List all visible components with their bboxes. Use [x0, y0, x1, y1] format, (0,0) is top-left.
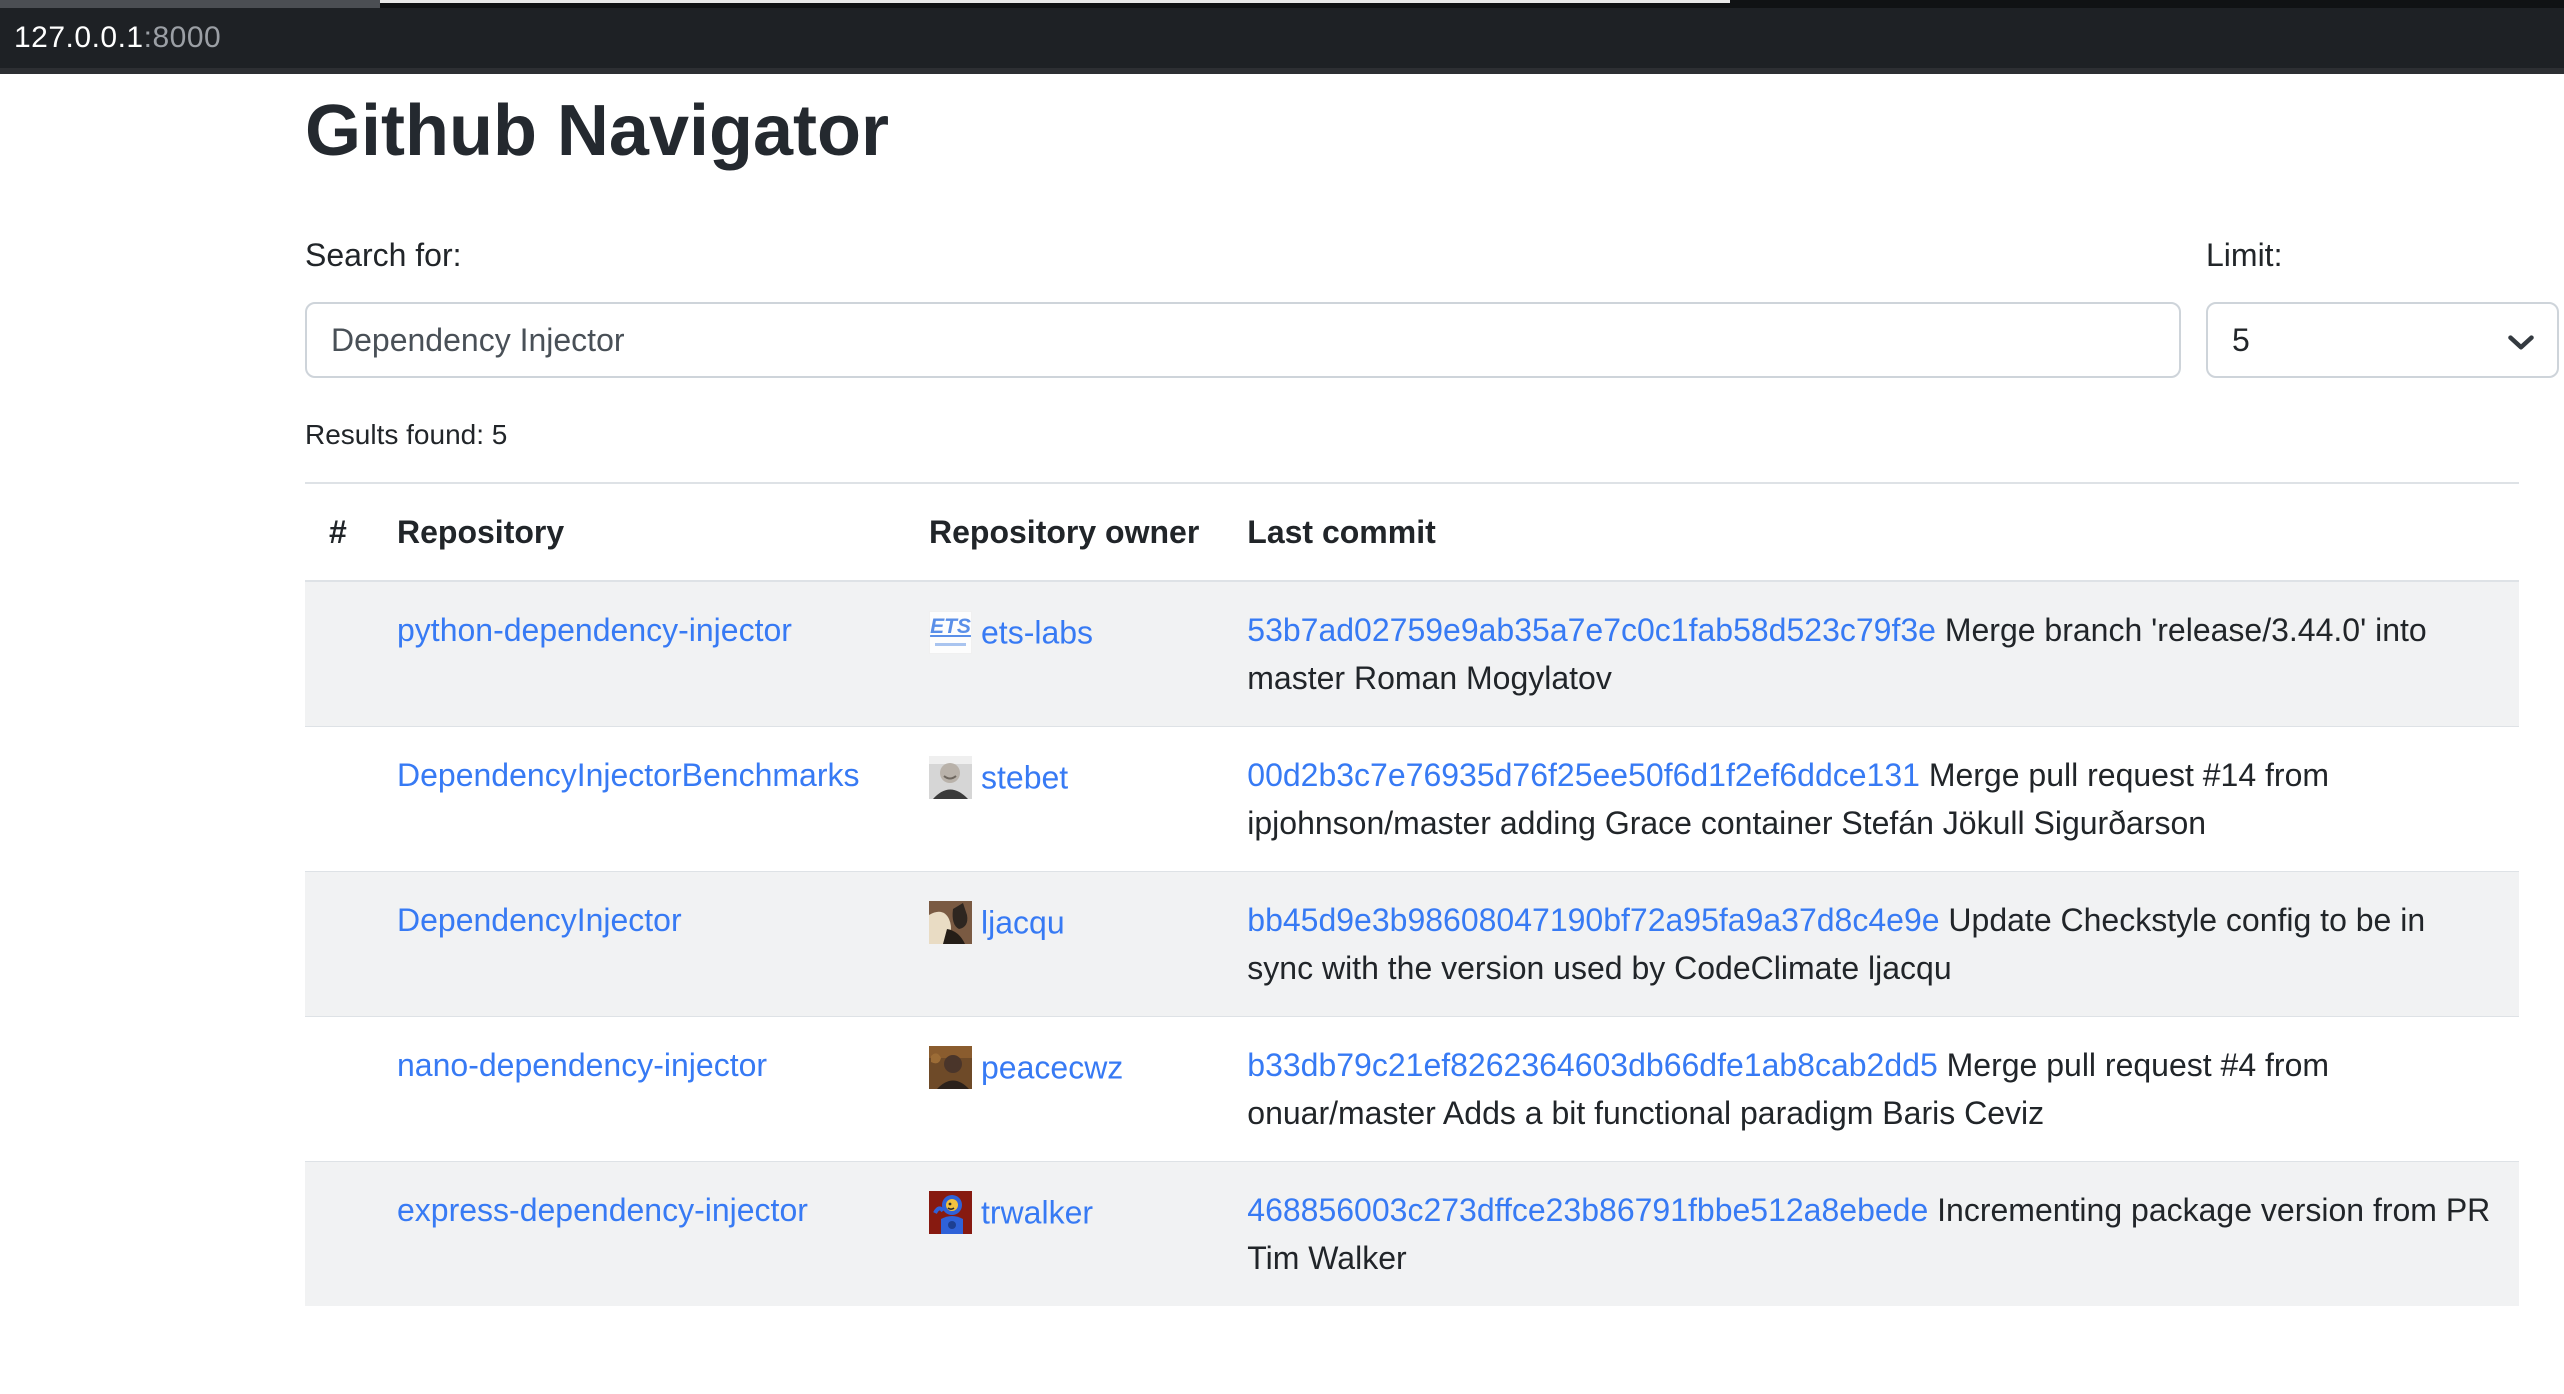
chevron-down-icon [2507, 328, 2535, 356]
table-row: express-dependency-injector trwalker 468… [305, 1162, 2519, 1307]
repositories-table: # Repository Repository owner Last commi… [305, 482, 2519, 1306]
search-group: Search for: [305, 232, 2181, 378]
row-index [305, 1017, 373, 1162]
table-row: python-dependency-injector ETS ets-labs 5… [305, 581, 2519, 727]
owner-link[interactable]: stebet [981, 760, 1068, 796]
commit-hash-link[interactable]: 00d2b3c7e76935d76f25ee50f6d1f2ef6ddce131 [1247, 757, 1920, 793]
page-content: Github Navigator Search for: Limit: 5 Re… [0, 74, 2564, 1306]
repository-link[interactable]: express-dependency-injector [397, 1192, 808, 1228]
owner-link[interactable]: ljacqu [981, 905, 1065, 941]
repository-link[interactable]: nano-dependency-injector [397, 1047, 767, 1083]
table-row: nano-dependency-injector peacecwz b33db7… [305, 1017, 2519, 1162]
row-index [305, 1162, 373, 1307]
portrait-warm-avatar-icon [929, 1046, 972, 1089]
search-label: Search for: [305, 232, 2181, 278]
header-index: # [305, 483, 373, 581]
row-index [305, 727, 373, 872]
limit-selected-value: 5 [2232, 322, 2250, 359]
browser-window-highlight [380, 0, 1730, 3]
ets-labs-logo-icon: ETS [929, 611, 972, 654]
table-row: DependencyInjectorBenchmarks stebet 00d2… [305, 727, 2519, 872]
search-form: Search for: Limit: 5 [305, 232, 2519, 378]
header-owner: Repository owner [905, 483, 1223, 581]
ets-logo-text: ETS [930, 615, 971, 639]
portrait-grayscale-avatar-icon [929, 756, 972, 799]
results-count: Results found: 5 [305, 414, 2519, 456]
url-port: :8000 [144, 21, 222, 55]
page-title: Github Navigator [305, 94, 2519, 168]
repository-link[interactable]: DependencyInjectorBenchmarks [397, 757, 859, 793]
browser-chrome: 127.0.0.1:8000 [0, 0, 2564, 74]
row-index [305, 872, 373, 1017]
commit-hash-link[interactable]: 53b7ad02759e9ab35a7e7c0c1fab58d523c79f3e [1247, 612, 1936, 648]
limit-select[interactable]: 5 [2206, 302, 2559, 378]
browser-active-tab[interactable] [0, 0, 380, 8]
lego-spaceman-avatar-icon [929, 1191, 972, 1234]
url-host: 127.0.0.1 [14, 21, 144, 55]
table-header-row: # Repository Repository owner Last commi… [305, 483, 2519, 581]
table-row: DependencyInjector ljacqu bb45d9e3b98608… [305, 872, 2519, 1017]
limit-label: Limit: [2206, 232, 2559, 278]
owner-link[interactable]: peacecwz [981, 1050, 1123, 1086]
address-bar[interactable]: 127.0.0.1:8000 [0, 8, 2564, 68]
browser-chrome-divider [0, 68, 2564, 74]
cat-photo-avatar-icon [929, 901, 972, 944]
header-repository: Repository [373, 483, 905, 581]
commit-hash-link[interactable]: b33db79c21ef8262364603db66dfe1ab8cab2dd5 [1247, 1047, 1937, 1083]
commit-hash-link[interactable]: 468856003c273dffce23b86791fbbe512a8ebede [1247, 1192, 1928, 1228]
owner-link[interactable]: trwalker [981, 1195, 1093, 1231]
repository-link[interactable]: DependencyInjector [397, 902, 682, 938]
row-index [305, 581, 373, 727]
owner-link[interactable]: ets-labs [981, 615, 1093, 651]
search-input[interactable] [305, 302, 2181, 378]
commit-hash-link[interactable]: bb45d9e3b98608047190bf72a95fa9a37d8c4e9e [1247, 902, 1939, 938]
repository-link[interactable]: python-dependency-injector [397, 612, 792, 648]
limit-group: Limit: 5 [2206, 232, 2559, 378]
header-last-commit: Last commit [1223, 483, 2519, 581]
